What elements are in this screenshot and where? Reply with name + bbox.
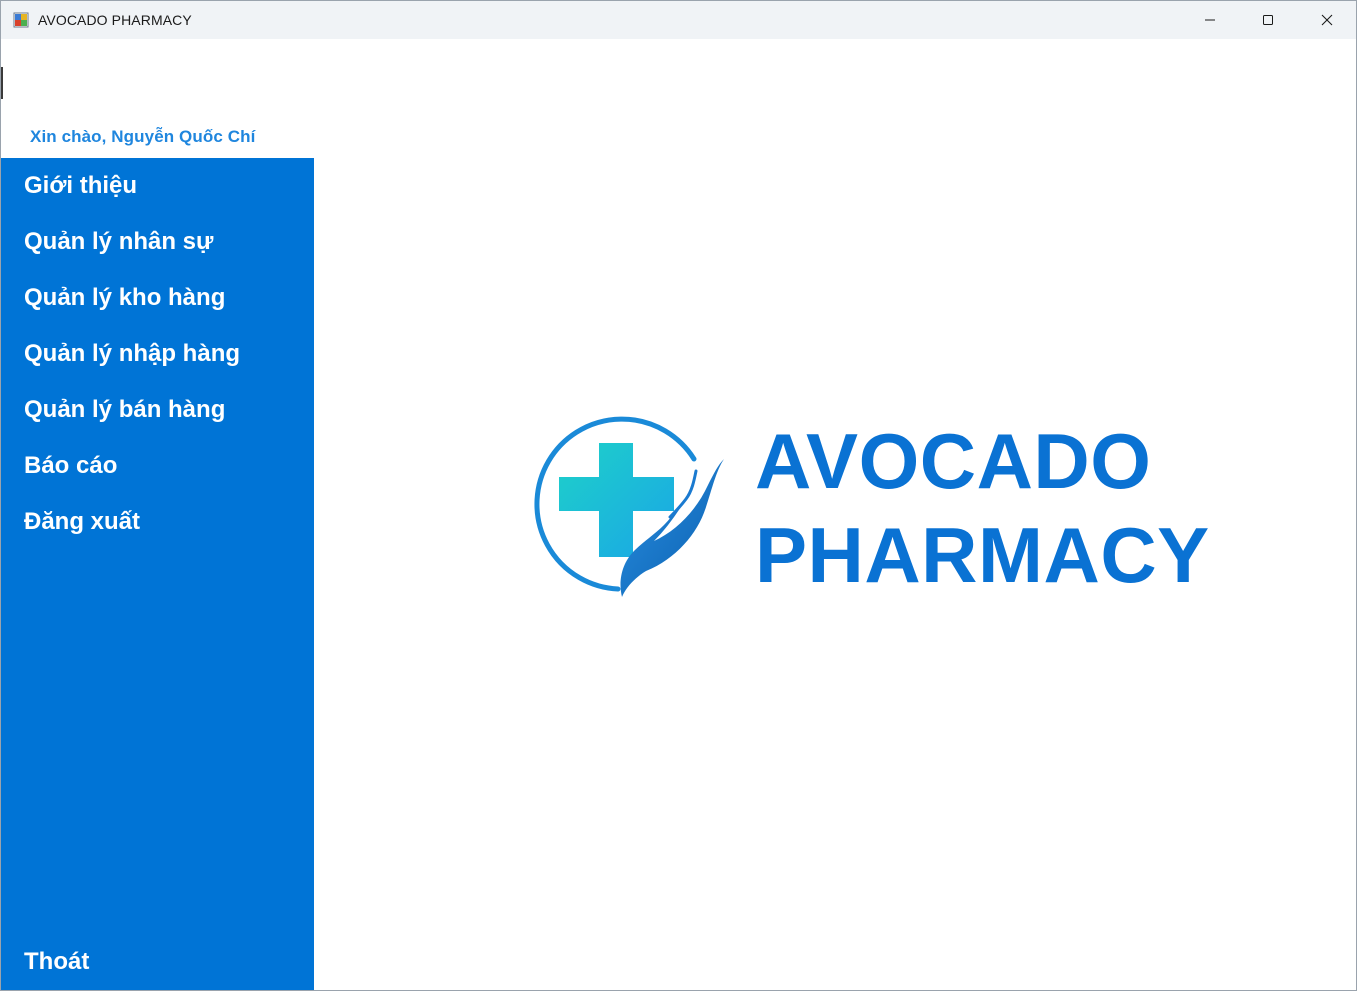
title-bar[interactable]: AVOCADO PHARMACY bbox=[1, 1, 1356, 39]
app-icon bbox=[13, 12, 29, 28]
sidebar-item-gioi-thieu[interactable]: Giới thiệu bbox=[24, 172, 137, 200]
sidebar-item-bao-cao[interactable]: Báo cáo bbox=[24, 452, 117, 480]
brand-name-line2: PHARMACY bbox=[755, 511, 1210, 599]
minimize-button[interactable] bbox=[1181, 1, 1239, 39]
greeting-label: Xin chào, Nguyễn Quốc Chí bbox=[30, 127, 256, 146]
sidebar: Giới thiệu Quản lý nhân sự Quản lý kho h… bbox=[1, 158, 314, 990]
window-title: AVOCADO PHARMACY bbox=[38, 12, 192, 28]
medical-cross-hand-icon bbox=[534, 416, 724, 597]
brand-name-line1: AVOCADO bbox=[755, 417, 1152, 505]
header-area bbox=[1, 39, 1356, 99]
close-icon bbox=[1321, 14, 1333, 26]
minimize-icon bbox=[1205, 19, 1215, 21]
sidebar-item-quan-ly-kho-hang[interactable]: Quản lý kho hàng bbox=[24, 284, 225, 312]
sidebar-item-quan-ly-nhan-su[interactable]: Quản lý nhân sự bbox=[24, 228, 213, 256]
close-button[interactable] bbox=[1298, 1, 1356, 39]
app-window: AVOCADO PHARMACY Xin chào, Nguyễn Quốc C… bbox=[0, 0, 1357, 991]
exit-button[interactable]: Thoát bbox=[24, 948, 89, 976]
sidebar-item-quan-ly-ban-hang[interactable]: Quản lý bán hàng bbox=[24, 396, 225, 424]
maximize-icon bbox=[1263, 15, 1273, 25]
maximize-button[interactable] bbox=[1239, 1, 1297, 39]
header-divider bbox=[1, 67, 3, 99]
sidebar-item-quan-ly-nhap-hang[interactable]: Quản lý nhập hàng bbox=[24, 340, 240, 368]
sidebar-item-dang-xuat[interactable]: Đăng xuất bbox=[24, 508, 140, 536]
